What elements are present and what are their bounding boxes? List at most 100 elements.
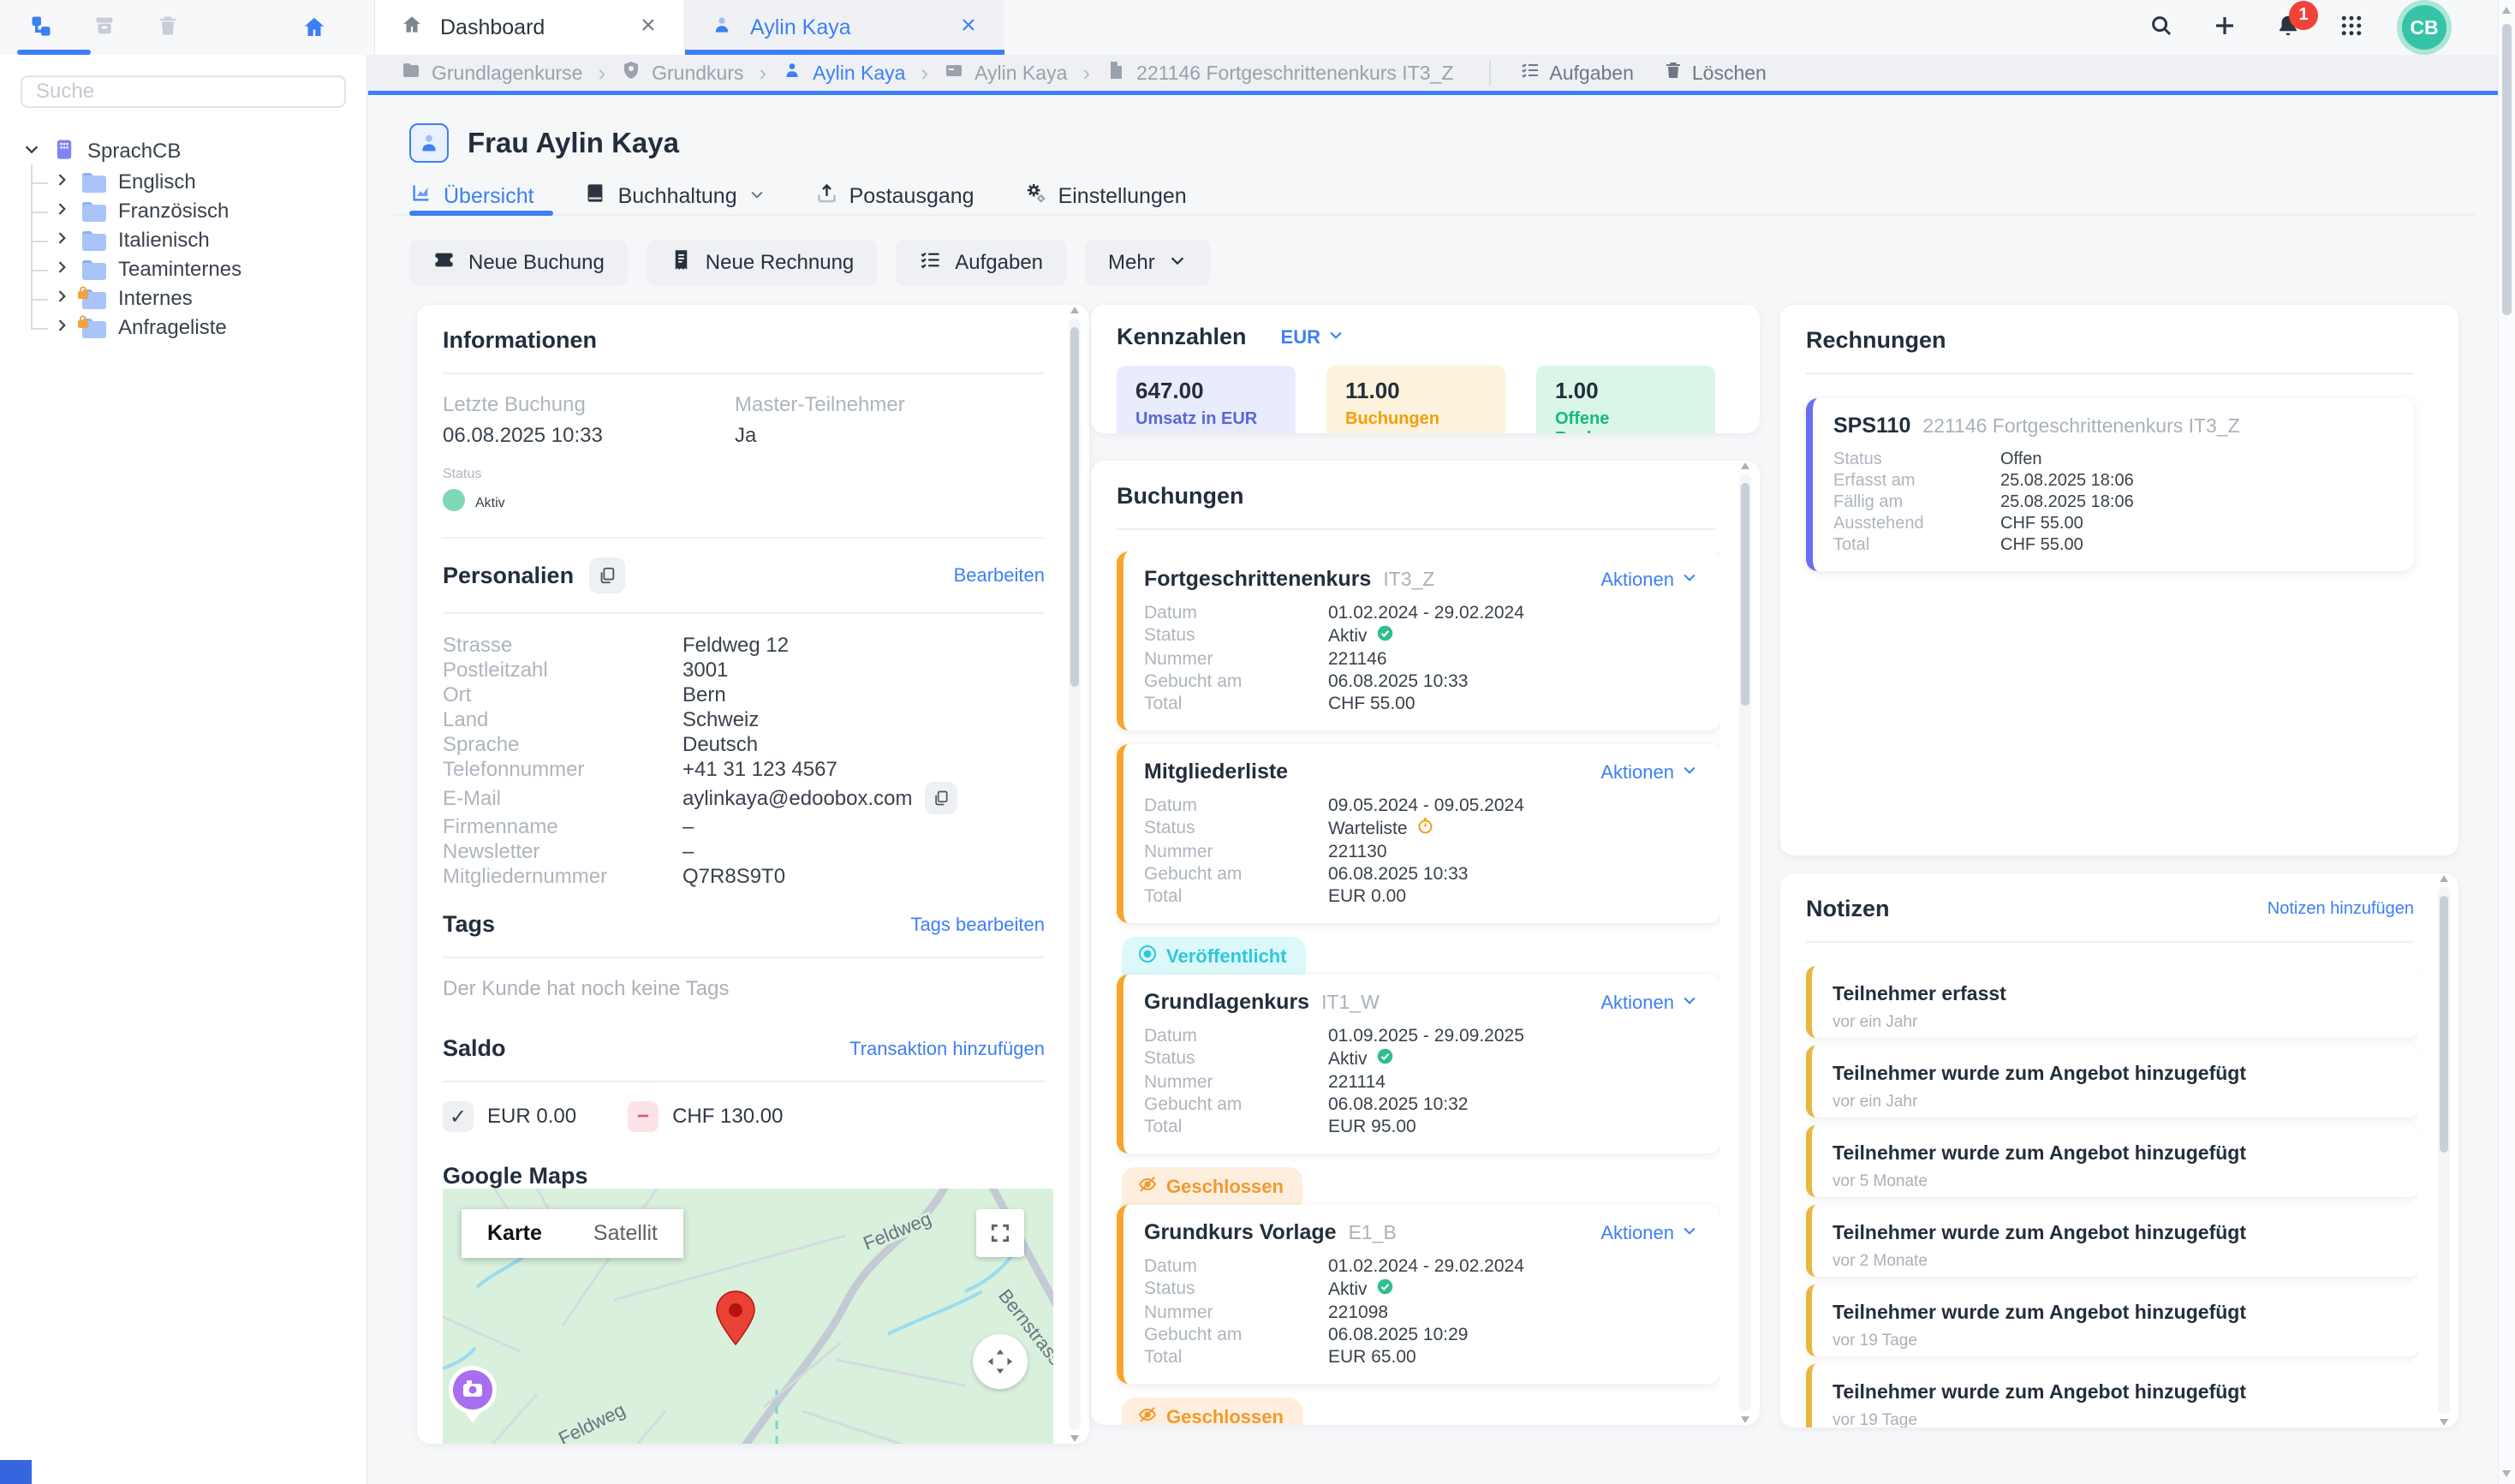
- book-icon: [584, 182, 607, 211]
- tab-postausgang[interactable]: Postausgang: [815, 182, 974, 211]
- chevron-right-icon[interactable]: [53, 316, 70, 340]
- master-teilnehmer-label: Master-Teilnehmer: [735, 393, 1045, 417]
- tree-root-sprachcb[interactable]: SprachCB: [0, 137, 367, 166]
- sitemap-icon[interactable]: [29, 14, 53, 42]
- plus-icon[interactable]: [2212, 13, 2238, 43]
- breadcrumb-item[interactable]: Grundlagenkurse: [401, 60, 582, 86]
- search-icon[interactable]: [2148, 13, 2174, 43]
- tree-item-label: Englisch: [118, 170, 196, 194]
- stat-card: 11.00 Buchungen: [1326, 366, 1505, 433]
- aktionen-dropdown[interactable]: Aktionen: [1600, 1222, 1698, 1244]
- map-satellit-button[interactable]: Satellit: [568, 1209, 683, 1258]
- person-tab-icon: [711, 14, 733, 42]
- folder-icon: [81, 259, 107, 281]
- saldo-heading: Saldo Transaktion hinzufügen: [443, 1035, 1045, 1062]
- tree-item-label: Italienisch: [118, 229, 210, 253]
- panel-scrollbar[interactable]: [1739, 474, 1751, 1411]
- letzte-buchung-label: Letzte Buchung: [443, 393, 735, 417]
- copy-button[interactable]: [925, 782, 957, 814]
- avatar[interactable]: CB: [2402, 5, 2446, 50]
- booking-card[interactable]: Mitgliederliste Aktionen Datum09.05.2024…: [1117, 744, 1720, 923]
- chevron-right-icon[interactable]: [53, 287, 70, 311]
- note-card[interactable]: Teilnehmer wurde zum Angebot hinzugefügt…: [1806, 1046, 2419, 1117]
- invoice-card[interactable]: SPS110 221146 Fortgeschrittenenkurs IT3_…: [1806, 398, 2414, 571]
- tree-item[interactable]: Anfrageliste: [0, 313, 367, 343]
- chevron-down-icon[interactable]: [22, 140, 41, 164]
- chevron-right-icon[interactable]: [53, 170, 70, 194]
- breadcrumb-item[interactable]: Grundkurs: [621, 60, 743, 86]
- notizen-heading: Notizen Notizen hinzufügen: [1806, 896, 2414, 922]
- street-view-icon[interactable]: [446, 1363, 499, 1427]
- loeschen-action[interactable]: Löschen: [1663, 60, 1767, 86]
- booking-card[interactable]: Grundkurs Vorlage E1_B Aktionen Datum01.…: [1117, 1205, 1720, 1384]
- invoice-title: 221146 Fortgeschrittenenkurs IT3_Z: [1922, 414, 2239, 438]
- note-card[interactable]: Teilnehmer erfasst vor ein Jahr: [1806, 966, 2419, 1038]
- booking-card[interactable]: Grundlagenkurs IT1_W Aktionen Datum01.09…: [1117, 974, 1720, 1153]
- note-time: vor 5 Monate: [1833, 1172, 2399, 1191]
- map-karte-button[interactable]: Karte: [462, 1209, 568, 1258]
- tab-einstellungen[interactable]: Einstellungen: [1024, 182, 1187, 211]
- notifications-bell-icon[interactable]: 1: [2275, 13, 2301, 43]
- tree-item[interactable]: Internes: [0, 284, 367, 313]
- personalien-heading: Personalien Bearbeiten: [443, 557, 1045, 593]
- tab-dashboard[interactable]: Dashboard: [374, 0, 685, 55]
- tab-buchhaltung[interactable]: Buchhaltung: [584, 182, 766, 211]
- pan-control-icon[interactable]: [973, 1334, 1028, 1389]
- chevron-right-icon[interactable]: [53, 258, 70, 282]
- notizen-hinzufuegen-link[interactable]: Notizen hinzufügen: [2268, 899, 2414, 919]
- copy-button[interactable]: [589, 557, 625, 593]
- google-map[interactable]: Feldweg Bernstrasse Feldweg Karte Satell…: [443, 1189, 1053, 1444]
- panel-scrollbar[interactable]: [2438, 887, 2450, 1414]
- mehr-button[interactable]: Mehr: [1085, 240, 1210, 286]
- chevron-right-icon[interactable]: [53, 200, 70, 223]
- aktionen-dropdown[interactable]: Aktionen: [1600, 569, 1698, 591]
- note-card[interactable]: Teilnehmer wurde zum Angebot hinzugefügt…: [1806, 1364, 2419, 1427]
- neue-rechnung-button[interactable]: Neue Rechnung: [647, 240, 877, 286]
- trash-icon[interactable]: [156, 14, 180, 42]
- aufgaben-button[interactable]: Aufgaben: [896, 240, 1066, 286]
- top-bar: Dashboard Aylin Kaya 1 CB: [0, 0, 2515, 56]
- note-title: Teilnehmer wurde zum Angebot hinzugefügt: [1833, 1141, 2399, 1165]
- note-card[interactable]: Teilnehmer wurde zum Angebot hinzugefügt…: [1806, 1284, 2419, 1356]
- tags-bearbeiten-link[interactable]: Tags bearbeiten: [910, 914, 1045, 936]
- tab-uebersicht[interactable]: Übersicht: [409, 182, 534, 211]
- note-card[interactable]: Teilnehmer wurde zum Angebot hinzugefügt…: [1806, 1125, 2419, 1197]
- close-tab-icon[interactable]: [638, 15, 659, 41]
- stat-value: 11.00: [1345, 378, 1487, 404]
- bearbeiten-link[interactable]: Bearbeiten: [954, 564, 1045, 587]
- archive-icon[interactable]: [92, 14, 116, 42]
- transaktion-hinzufuegen-link[interactable]: Transaktion hinzufügen: [849, 1038, 1045, 1060]
- tree-item[interactable]: Französisch: [0, 197, 367, 226]
- chevron-right-icon[interactable]: [53, 229, 70, 253]
- fullscreen-icon[interactable]: [976, 1209, 1024, 1257]
- aktionen-dropdown[interactable]: Aktionen: [1600, 992, 1698, 1014]
- stat-label: Umsatz in EUR: [1135, 409, 1277, 429]
- personalien-row: E-Mail aylinkaya@edoobox.com: [443, 782, 1045, 814]
- buchungen-heading: Buchungen: [1117, 483, 1715, 510]
- panel-scrollbar[interactable]: [1069, 319, 1081, 1430]
- note-time: vor 2 Monate: [1833, 1252, 2399, 1271]
- aufgaben-action[interactable]: Aufgaben: [1520, 60, 1633, 86]
- master-teilnehmer-value: Ja: [735, 424, 1045, 448]
- tab-aylin-kaya[interactable]: Aylin Kaya: [685, 0, 1004, 55]
- breadcrumb-item[interactable]: Aylin Kaya: [944, 60, 1067, 86]
- home-icon[interactable]: [301, 15, 327, 45]
- tree-item[interactable]: Englisch: [0, 168, 367, 197]
- person-icon: [782, 60, 802, 86]
- tree-item[interactable]: Teaminternes: [0, 255, 367, 284]
- neue-buchung-button[interactable]: Neue Buchung: [409, 240, 628, 286]
- currency-dropdown[interactable]: EUR: [1281, 326, 1344, 349]
- close-tab-icon[interactable]: [958, 15, 979, 41]
- booking-card[interactable]: Fortgeschrittenenkurs IT3_Z Aktionen Dat…: [1117, 551, 1720, 730]
- apps-grid-icon[interactable]: [2339, 13, 2364, 43]
- note-card[interactable]: Teilnehmer wurde zum Angebot hinzugefügt…: [1806, 1205, 2419, 1277]
- sidebar-search-input[interactable]: [21, 75, 346, 108]
- tree-item[interactable]: Italienisch: [0, 226, 367, 255]
- breadcrumb-item[interactable]: 221146 Fortgeschrittenenkurs IT3_Z: [1106, 60, 1453, 86]
- aktionen-dropdown[interactable]: Aktionen: [1600, 761, 1698, 784]
- personalien-row: Strasse Feldweg 12: [443, 633, 1045, 658]
- personalien-row: Newsletter –: [443, 839, 1045, 864]
- breadcrumb-item-active[interactable]: Aylin Kaya: [782, 60, 905, 86]
- page-scrollbar[interactable]: [2498, 0, 2515, 1484]
- folder-icon: [81, 171, 107, 194]
